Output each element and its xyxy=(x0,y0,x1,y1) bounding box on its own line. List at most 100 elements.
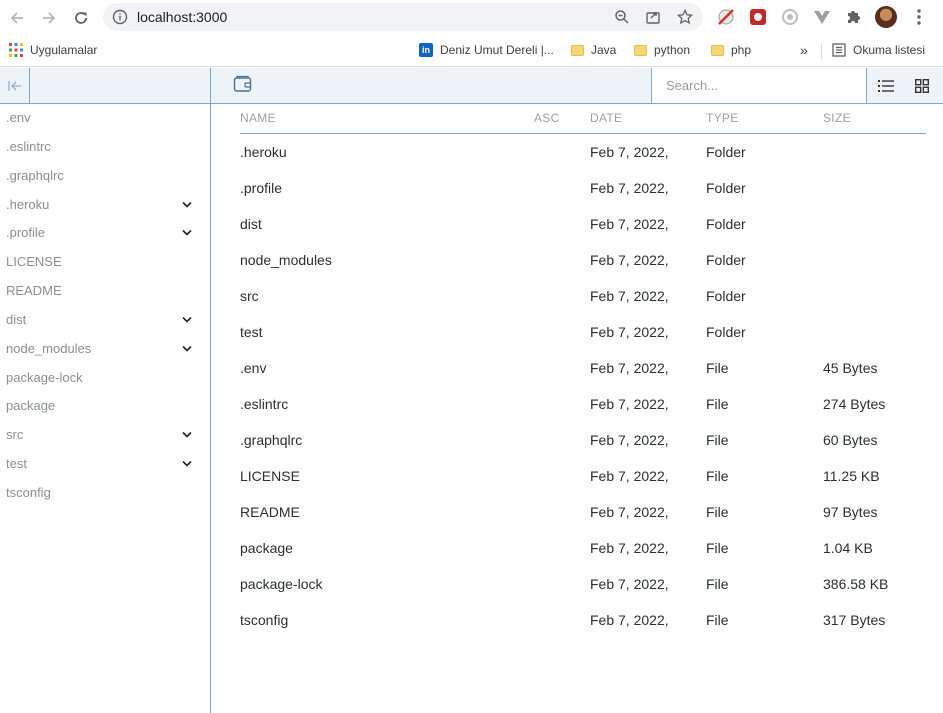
column-name-header[interactable]: NAME xyxy=(240,111,276,125)
sidebar-item[interactable]: node_modules xyxy=(0,335,210,364)
bookmark-label: Deniz Umut Dereli |... xyxy=(440,43,554,57)
cell-date: Feb 7, 2022, xyxy=(590,144,669,160)
column-type-header[interactable]: TYPE xyxy=(706,111,739,125)
reading-list-button[interactable]: Okuma listesi xyxy=(832,42,925,58)
sidebar-item[interactable]: .env xyxy=(0,104,210,133)
cell-type: Folder xyxy=(706,180,746,196)
wallet-icon[interactable] xyxy=(233,75,253,93)
sidebar-item-label: .profile xyxy=(6,225,46,241)
browser-menu-icon[interactable] xyxy=(909,7,929,27)
cell-size: 317 Bytes xyxy=(823,612,886,628)
list-view-icon xyxy=(878,79,894,92)
extensions-puzzle-icon[interactable] xyxy=(844,7,864,27)
cell-date: Feb 7, 2022, xyxy=(590,252,669,268)
bookmark-linkedin[interactable]: in Deniz Umut Dereli |... xyxy=(419,42,554,58)
extension-2-icon[interactable] xyxy=(748,7,768,27)
table-row[interactable]: .profile Feb 7, 2022, Folder xyxy=(240,170,926,206)
cell-type: File xyxy=(706,576,729,592)
grid-view-button[interactable] xyxy=(904,68,940,103)
sidebar-item[interactable]: LICENSE xyxy=(0,248,210,277)
sidebar-item-label: test xyxy=(6,456,27,472)
cell-type: File xyxy=(706,468,729,484)
profile-avatar[interactable] xyxy=(875,6,897,28)
forward-arrow-icon[interactable] xyxy=(37,6,61,30)
apps-shortcut[interactable]: Uygulamalar xyxy=(9,42,97,58)
back-arrow-icon[interactable] xyxy=(5,6,29,30)
chevron-down-icon[interactable] xyxy=(182,316,192,324)
chevron-down-icon[interactable] xyxy=(182,229,192,237)
cell-name: src xyxy=(240,288,259,304)
reading-list-label: Okuma listesi xyxy=(853,43,926,57)
sidebar-item[interactable]: .graphqlrc xyxy=(0,162,210,191)
column-size-header[interactable]: SIZE xyxy=(823,111,851,125)
table-row[interactable]: dist Feb 7, 2022, Folder xyxy=(240,206,926,242)
cell-name: .eslintrc xyxy=(240,396,289,412)
cell-date: Feb 7, 2022, xyxy=(590,432,669,448)
chevron-down-icon[interactable] xyxy=(182,460,192,468)
folder-icon xyxy=(571,44,584,56)
browser-toolbar: localhost:3000 xyxy=(0,0,943,35)
reload-icon[interactable] xyxy=(69,6,93,30)
table-row[interactable]: .graphqlrc Feb 7, 2022, File 60 Bytes xyxy=(240,422,926,458)
address-bar[interactable]: localhost:3000 xyxy=(103,3,703,31)
sidebar-item-label: .heroku xyxy=(6,196,50,212)
table-row[interactable]: README Feb 7, 2022, File 97 Bytes xyxy=(240,494,926,530)
sidebar-item[interactable]: package-lock xyxy=(0,364,210,393)
sidebar-item[interactable]: package xyxy=(0,392,210,421)
sidebar-item[interactable]: tsconfig xyxy=(0,479,210,508)
chevron-down-icon[interactable] xyxy=(182,201,192,209)
table-row[interactable]: tsconfig Feb 7, 2022, File 317 Bytes xyxy=(240,602,926,638)
table-row[interactable]: package Feb 7, 2022, File 1.04 KB xyxy=(240,530,926,566)
zoom-icon[interactable] xyxy=(614,9,630,25)
sidebar-item-label: .eslintrc xyxy=(6,138,51,154)
share-icon[interactable] xyxy=(645,9,661,25)
grid-view-icon xyxy=(915,78,929,93)
sidebar-item[interactable]: dist xyxy=(0,306,210,335)
cell-size: 11.25 KB xyxy=(823,468,880,484)
bookmark-python[interactable]: python xyxy=(634,42,690,58)
sort-asc-toggle[interactable]: ASC xyxy=(534,111,560,125)
vuejs-devtools-icon[interactable] xyxy=(812,7,832,27)
chevron-down-icon[interactable] xyxy=(182,431,192,439)
table-row[interactable]: .eslintrc Feb 7, 2022, File 274 Bytes xyxy=(240,386,926,422)
sidebar-item-label: README xyxy=(6,283,62,299)
info-icon[interactable] xyxy=(112,9,128,25)
cell-size: 97 Bytes xyxy=(823,504,878,520)
table-row[interactable]: package-lock Feb 7, 2022, File 386.58 KB xyxy=(240,566,926,602)
chevron-down-icon[interactable] xyxy=(182,345,192,353)
sidebar-item-label: src xyxy=(6,427,24,443)
search-input[interactable] xyxy=(652,68,866,103)
table-row[interactable]: test Feb 7, 2022, Folder xyxy=(240,314,926,350)
file-table: NAME ASC DATE TYPE SIZE .heroku Feb 7, 20… xyxy=(240,104,926,638)
folder-icon xyxy=(711,44,724,56)
sidebar-item[interactable]: README xyxy=(0,277,210,306)
table-row[interactable]: node_modules Feb 7, 2022, Folder xyxy=(240,242,926,278)
extension-3-icon[interactable] xyxy=(780,7,800,27)
bookmarks-divider xyxy=(821,43,822,59)
cell-type: File xyxy=(706,360,729,376)
url-text: localhost:3000 xyxy=(137,9,228,25)
sidebar-item[interactable]: test xyxy=(0,450,210,479)
cell-size: 1.04 KB xyxy=(823,540,873,556)
sidebar-item[interactable]: src xyxy=(0,421,210,450)
extension-1-icon[interactable] xyxy=(716,7,736,27)
table-row[interactable]: .heroku Feb 7, 2022, Folder xyxy=(240,134,926,170)
table-row[interactable]: src Feb 7, 2022, Folder xyxy=(240,278,926,314)
sidebar-item[interactable]: .profile xyxy=(0,219,210,248)
column-date-header[interactable]: DATE xyxy=(590,111,622,125)
bookmark-star-icon[interactable] xyxy=(676,8,694,25)
cell-type: File xyxy=(706,612,729,628)
table-row[interactable]: LICENSE Feb 7, 2022, File 11.25 KB xyxy=(240,458,926,494)
apps-label: Uygulamalar xyxy=(30,43,98,57)
cell-date: Feb 7, 2022, xyxy=(590,360,669,376)
sidebar-item[interactable]: .eslintrc xyxy=(0,133,210,162)
collapse-sidebar-button[interactable] xyxy=(0,68,30,103)
cell-date: Feb 7, 2022, xyxy=(590,288,669,304)
bookmarks-overflow-button[interactable]: » xyxy=(800,42,808,58)
bookmark-java[interactable]: Java xyxy=(571,42,616,58)
cell-type: Folder xyxy=(706,216,746,232)
table-row[interactable]: .env Feb 7, 2022, File 45 Bytes xyxy=(240,350,926,386)
bookmark-php[interactable]: php xyxy=(711,42,751,58)
sidebar-item[interactable]: .heroku xyxy=(0,191,210,220)
list-view-button[interactable] xyxy=(868,68,904,103)
